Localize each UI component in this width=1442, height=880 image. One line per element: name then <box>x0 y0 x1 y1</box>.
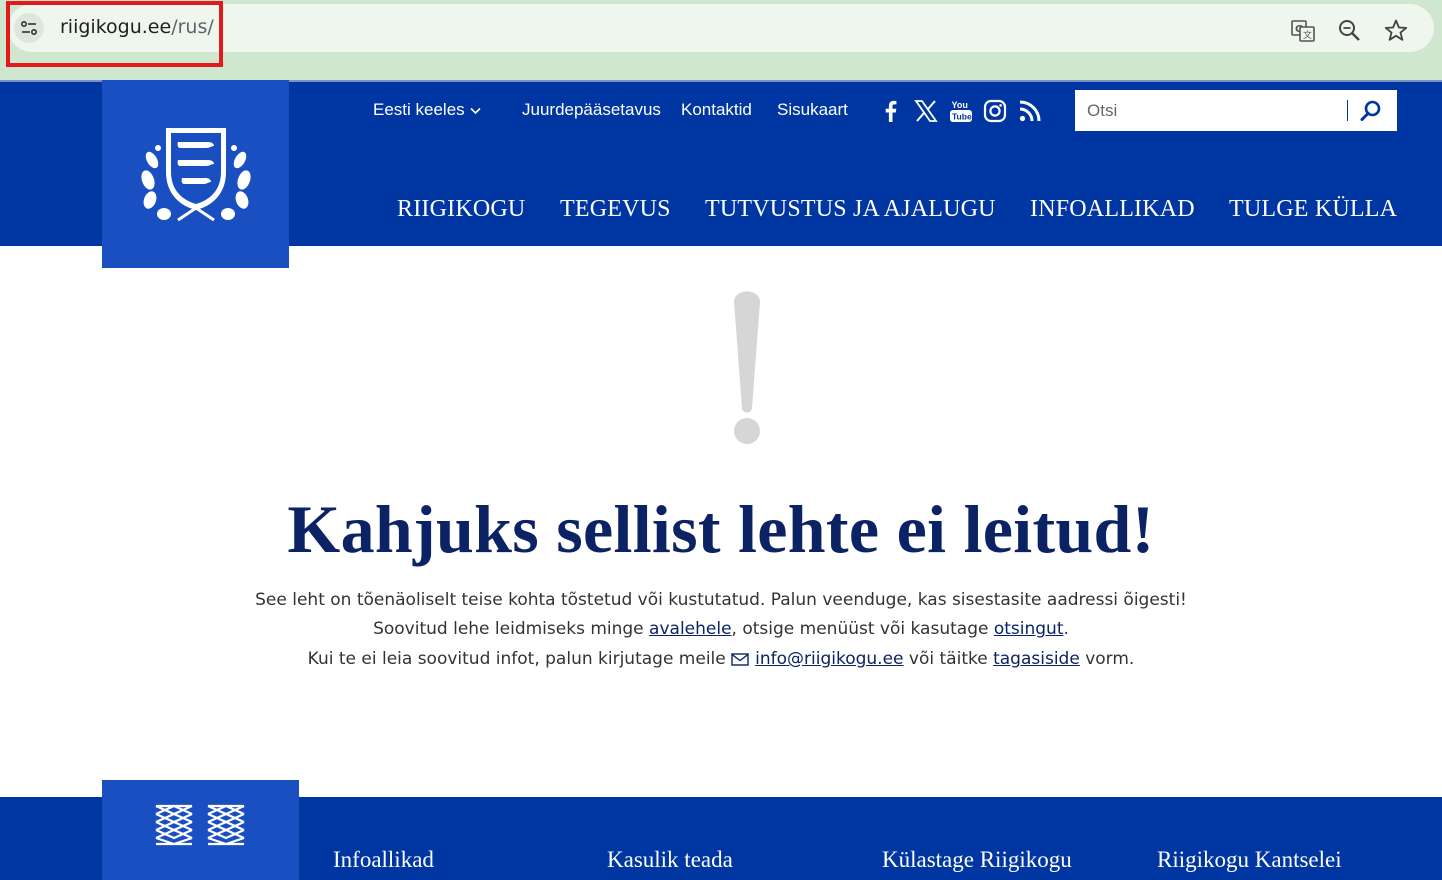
footer-heading-kulastage-riigikogu[interactable]: Külastage Riigikogu <box>882 847 1072 873</box>
search-icon[interactable] <box>1358 98 1384 124</box>
line2-text-middle: , otsige menüüst või kasutage <box>731 619 994 639</box>
chevron-down-icon <box>470 100 481 120</box>
line2-text-end: . <box>1063 619 1069 639</box>
nav-tutvustus-ja-ajalugu[interactable]: TUTVUSTUS JA AJALUGU <box>705 196 996 223</box>
search-box <box>1075 90 1397 131</box>
translate-icon[interactable]: G 文 <box>1290 18 1316 44</box>
svg-text:You: You <box>952 100 968 110</box>
language-label: Eesti keeles <box>373 100 465 119</box>
homepage-link[interactable]: avalehele <box>649 619 732 639</box>
zoom-icon[interactable] <box>1337 18 1363 44</box>
error-message-line-2: Soovitud lehe leidmiseks minge avalehele… <box>0 619 1442 639</box>
footer-logo <box>102 780 299 880</box>
footer-heading-kasulik-teada[interactable]: Kasulik teada <box>607 847 733 873</box>
search-input[interactable] <box>1075 90 1347 131</box>
nav-riigikogu[interactable]: RIIGIKOGU <box>397 196 525 223</box>
nav-tulge-kulla[interactable]: TULGE KÜLLA <box>1229 196 1397 223</box>
search-link[interactable]: otsingut <box>994 619 1064 639</box>
url-highlight-annotation <box>6 1 223 67</box>
exclamation-icon <box>728 290 766 450</box>
language-selector[interactable]: Eesti keeles <box>373 100 481 120</box>
footer-heading-infoallikad[interactable]: Infoallikad <box>333 847 434 873</box>
folk-pattern-icon <box>155 804 245 846</box>
svg-text:文: 文 <box>1303 29 1312 41</box>
line3-text-start: Kui te ei leia soovitud infot, palun kir… <box>307 649 732 669</box>
feedback-link[interactable]: tagasiside <box>993 649 1080 669</box>
error-message-line-3: Kui te ei leia soovitud infot, palun kir… <box>0 649 1442 671</box>
svg-text:Tube: Tube <box>952 112 972 122</box>
line3-text-middle: või täitke <box>903 649 994 669</box>
line3-text-end: vorm. <box>1079 649 1135 669</box>
link-sitemap[interactable]: Sisukaart <box>777 100 848 120</box>
link-contacts[interactable]: Kontaktid <box>681 100 752 120</box>
mail-icon <box>731 651 749 671</box>
nav-infoallikad[interactable]: INFOALLIKAD <box>1030 196 1195 223</box>
link-accessibility[interactable]: Juurdepääsetavus <box>522 100 661 120</box>
x-twitter-icon[interactable] <box>913 98 939 124</box>
instagram-icon[interactable] <box>982 98 1008 124</box>
bookmark-star-icon[interactable] <box>1383 18 1409 44</box>
nav-tegevus[interactable]: TEGEVUS <box>560 196 671 223</box>
line2-text-start: Soovitud lehe leidmiseks minge <box>373 619 650 639</box>
email-link[interactable]: info@riigikogu.ee <box>755 649 903 669</box>
error-title: Kahjuks sellist lehte ei leitud! <box>287 491 1155 567</box>
facebook-icon[interactable] <box>878 98 904 124</box>
riigikogu-logo[interactable] <box>102 80 289 268</box>
error-message-line-1: See leht on tõenäoliselt teise kohta tõs… <box>255 590 1187 610</box>
rss-icon[interactable] <box>1017 98 1043 124</box>
youtube-icon[interactable]: You Tube <box>948 98 974 124</box>
footer-heading-riigikogu-kantselei[interactable]: Riigikogu Kantselei <box>1157 847 1342 873</box>
search-divider <box>1347 100 1348 121</box>
